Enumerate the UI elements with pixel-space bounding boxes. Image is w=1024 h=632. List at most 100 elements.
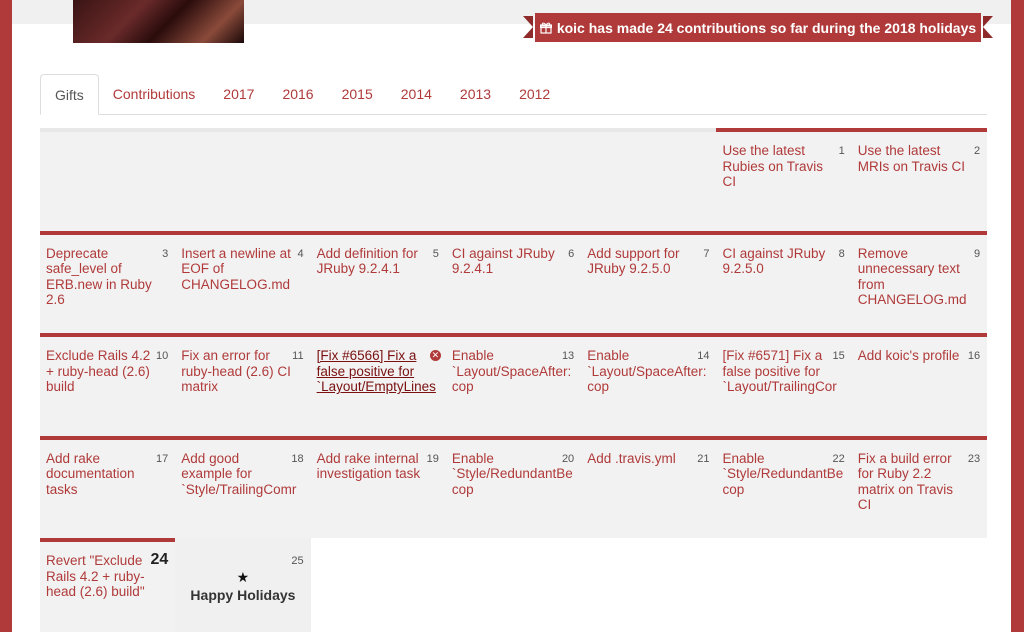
close-icon[interactable]: ✕ bbox=[429, 350, 441, 361]
day-number: 8 bbox=[838, 247, 845, 260]
day-cell-6: 6 CI against JRuby 9.2.4.1 bbox=[445, 230, 582, 333]
empty-space bbox=[716, 538, 852, 632]
advent-calendar-grid: 1 Use the latest Rubies on Travis CI 2 U… bbox=[40, 128, 988, 632]
day-number: 3 bbox=[162, 247, 169, 260]
day-cell-25: 25 ★ Happy Holidays bbox=[175, 538, 311, 632]
empty-day-cell bbox=[310, 128, 446, 231]
contribution-banner: koic has made 24 contributions so far du… bbox=[523, 13, 993, 42]
contribution-link[interactable]: Enable `Style/RedundantBe cop bbox=[722, 450, 843, 498]
contribution-link[interactable]: Enable `Layout/SpaceAfter: cop bbox=[452, 347, 571, 395]
page: koic has made 24 contributions so far du… bbox=[12, 0, 1011, 632]
day-number: 18 bbox=[291, 452, 304, 465]
day-number: 20 bbox=[561, 452, 575, 465]
contribution-link[interactable]: Fix a build error for Ruby 2.2 matrix on… bbox=[858, 450, 968, 513]
contribution-link[interactable]: Remove unnecessary text from CHANGELOG.m… bbox=[858, 245, 968, 308]
day-cell-21: 21 Add .travis.yml bbox=[581, 435, 717, 538]
day-cell-3: 3 Deprecate safe_level of ERB.new in Rub… bbox=[40, 230, 176, 333]
day-number: 7 bbox=[703, 247, 710, 260]
day-number: 21 bbox=[697, 452, 710, 465]
day-cell-16: 16 Add koic's profile bbox=[851, 333, 988, 436]
tab-contributions[interactable]: Contributions bbox=[99, 74, 210, 114]
contribution-link[interactable]: Add rake documentation tasks bbox=[46, 450, 156, 498]
day-cell-22: 22 Enable `Style/RedundantBe cop bbox=[716, 435, 852, 538]
tab-2014[interactable]: 2014 bbox=[387, 74, 446, 114]
contribution-link[interactable]: Deprecate safe_level of ERB.new in Ruby … bbox=[46, 245, 156, 308]
day-cell-4: 4 Insert a newline at EOF of CHANGELOG.m… bbox=[175, 230, 311, 333]
empty-day-cell bbox=[40, 128, 176, 231]
day-number: 6 bbox=[568, 247, 575, 260]
empty-space bbox=[851, 538, 988, 632]
day-cell-14: 14 Enable `Layout/SpaceAfter: cop bbox=[581, 333, 717, 436]
holiday-message: ★ Happy Holidays bbox=[175, 569, 310, 603]
day-number: 23 bbox=[967, 452, 981, 465]
day-number: 19 bbox=[426, 452, 439, 465]
tab-2012[interactable]: 2012 bbox=[505, 74, 564, 114]
day-cell-2: 2 Use the latest MRIs on Travis CI bbox=[851, 128, 988, 231]
day-number: 13 bbox=[561, 350, 575, 362]
contribution-link[interactable]: Use the latest MRIs on Travis CI bbox=[858, 142, 968, 174]
contribution-link[interactable]: Insert a newline at EOF of CHANGELOG.md bbox=[181, 245, 291, 293]
ribbon: koic has made 24 contributions so far du… bbox=[535, 13, 981, 42]
day-number: 16 bbox=[967, 350, 981, 362]
tab-2015[interactable]: 2015 bbox=[328, 74, 387, 114]
contribution-link[interactable]: Add rake internal investigation task bbox=[317, 450, 427, 482]
day-cell-10: 10 Exclude Rails 4.2 + ruby-head (2.6) b… bbox=[40, 333, 176, 436]
empty-day-cell bbox=[581, 128, 717, 231]
day-number: 9 bbox=[973, 247, 981, 260]
day-cell-11: 11 Fix an error for ruby-head (2.6) CI m… bbox=[175, 333, 311, 436]
empty-space bbox=[445, 538, 582, 632]
contribution-link[interactable]: CI against JRuby 9.2.4.1 bbox=[452, 245, 562, 277]
gift-icon bbox=[539, 22, 552, 34]
contribution-link[interactable]: CI against JRuby 9.2.5.0 bbox=[722, 245, 832, 277]
day-number: 5 bbox=[432, 247, 439, 260]
tab-2013[interactable]: 2013 bbox=[446, 74, 505, 114]
contribution-link[interactable]: Fix an error for ruby-head (2.6) CI matr… bbox=[181, 347, 291, 395]
contribution-link[interactable]: Enable `Layout/SpaceAfter: cop bbox=[587, 347, 706, 395]
avatar bbox=[73, 0, 244, 43]
day-cell-15: 15 [Fix #6571] Fix a false positive for … bbox=[716, 333, 852, 436]
holiday-text: Happy Holidays bbox=[190, 586, 296, 603]
star-icon: ★ bbox=[236, 569, 250, 585]
day-number: 25 bbox=[291, 555, 304, 567]
empty-day-cell bbox=[175, 128, 311, 231]
day-cell-19: 19 Add rake internal investigation task bbox=[310, 435, 446, 538]
day-number: 14 bbox=[697, 350, 710, 362]
contribution-link[interactable]: [Fix #6571] Fix a false positive for `La… bbox=[722, 347, 836, 395]
empty-space bbox=[581, 538, 717, 632]
day-cell-18: 18 Add good example for `Style/TrailingC… bbox=[175, 435, 311, 538]
day-number: 22 bbox=[832, 452, 845, 465]
contribution-link[interactable]: Add koic's profile bbox=[858, 347, 968, 364]
day-cell-13: 13 Enable `Layout/SpaceAfter: cop bbox=[445, 333, 582, 436]
tab-2017[interactable]: 2017 bbox=[209, 74, 268, 114]
tab-bar: Gifts Contributions 2017 2016 2015 2014 … bbox=[40, 74, 987, 115]
day-cell-17: 17 Add rake documentation tasks bbox=[40, 435, 176, 538]
day-number: 2 bbox=[973, 145, 981, 157]
day-cell-23: 23 Fix a build error for Ruby 2.2 matrix… bbox=[851, 435, 988, 538]
day-cell-8: 8 CI against JRuby 9.2.5.0 bbox=[716, 230, 852, 333]
day-number: 4 bbox=[297, 247, 304, 260]
banner-text: koic has made 24 contributions so far du… bbox=[556, 19, 977, 36]
day-number: 24 bbox=[150, 551, 169, 568]
tab-2016[interactable]: 2016 bbox=[268, 74, 327, 114]
contribution-link[interactable]: Use the latest Rubies on Travis CI bbox=[722, 142, 832, 190]
day-number: 17 bbox=[156, 452, 169, 465]
contribution-link[interactable]: Add definition for JRuby 9.2.4.1 bbox=[317, 245, 427, 277]
day-cell-20: 20 Enable `Style/RedundantBe cop bbox=[445, 435, 582, 538]
contribution-link[interactable]: Exclude Rails 4.2 + ruby-head (2.6) buil… bbox=[46, 347, 156, 395]
empty-space bbox=[310, 538, 446, 632]
day-cell-5: 5 Add definition for JRuby 9.2.4.1 bbox=[310, 230, 446, 333]
day-cell-24: 24 Revert "Exclude Rails 4.2 + ruby-head… bbox=[40, 538, 176, 632]
contribution-link[interactable]: Enable `Style/RedundantBe cop bbox=[452, 450, 573, 498]
day-cell-9: 9 Remove unnecessary text from CHANGELOG… bbox=[851, 230, 988, 333]
contribution-link[interactable]: Add good example for `Style/TrailingComr bbox=[181, 450, 296, 498]
contribution-link[interactable]: Revert "Exclude Rails 4.2 + ruby-head (2… bbox=[46, 552, 156, 600]
day-cell-12: ✕ [Fix #6566] Fix a false positive for `… bbox=[310, 333, 446, 436]
day-number: 10 bbox=[156, 350, 169, 362]
ribbon-tail-left bbox=[523, 16, 533, 38]
contribution-link[interactable]: [Fix #6566] Fix a false positive for `La… bbox=[317, 347, 436, 395]
ribbon-tail-right bbox=[983, 16, 993, 38]
tab-gifts[interactable]: Gifts bbox=[40, 74, 99, 115]
contribution-link[interactable]: Add .travis.yml bbox=[587, 450, 697, 467]
empty-day-cell bbox=[445, 128, 582, 231]
contribution-link[interactable]: Add support for JRuby 9.2.5.0 bbox=[587, 245, 697, 277]
